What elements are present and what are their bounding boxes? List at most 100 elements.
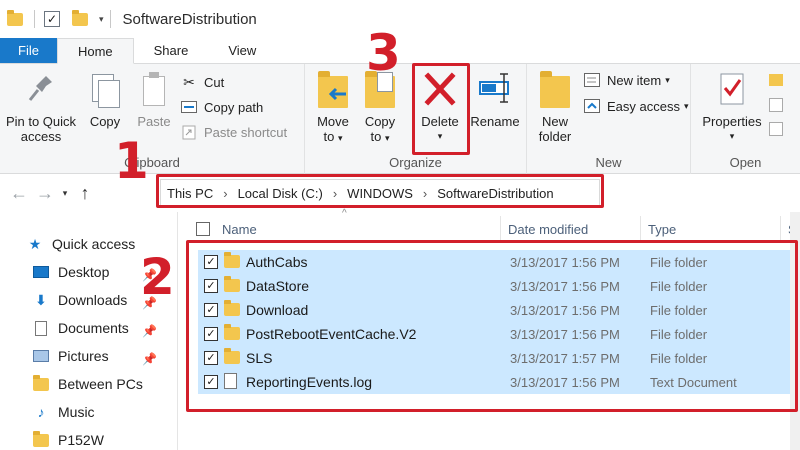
clipboard-group-label: Clipboard	[124, 155, 180, 170]
move-to-button[interactable]: Move to ▾	[313, 70, 353, 146]
chevron-down-icon: ▾	[665, 74, 670, 85]
new-folder-quick-icon[interactable]	[71, 9, 89, 28]
column-divider[interactable]	[640, 216, 641, 242]
paste-shortcut-label: Paste shortcut	[204, 124, 288, 140]
column-header-name[interactable]: Name	[222, 218, 257, 240]
annotation-box-address	[156, 174, 604, 208]
tab-file[interactable]: File	[0, 38, 57, 63]
column-header-date-modified[interactable]: Date modified	[508, 218, 588, 240]
nav-label: P152W	[58, 432, 104, 448]
pin-icon	[24, 70, 58, 110]
nav-item-desktop[interactable]: Desktop	[32, 264, 109, 280]
new-folder-button[interactable]: New folder	[533, 70, 577, 144]
recent-locations-chevron-icon[interactable]: ▾	[58, 180, 72, 206]
properties-icon	[715, 70, 749, 110]
paste-shortcut-button[interactable]: Paste shortcut	[180, 124, 287, 140]
properties-button[interactable]: Properties ▾	[699, 70, 765, 144]
annotation-number-1: 1	[114, 132, 149, 190]
pin-icon[interactable]: 📌	[142, 324, 157, 338]
nav-item-between-pcs[interactable]: Between PCs	[32, 374, 143, 392]
documents-icon	[32, 320, 50, 336]
open-icon[interactable]	[769, 74, 783, 86]
annotation-number-2: 2	[140, 248, 175, 306]
paste-label: Paste	[137, 114, 171, 129]
nav-label: Downloads	[58, 292, 128, 308]
chevron-down-icon: ▾	[384, 133, 390, 143]
select-all-checkbox[interactable]	[196, 222, 210, 236]
scissors-icon: ✂	[183, 73, 195, 90]
desktop-icon	[32, 264, 50, 280]
paste-shortcut-icon	[180, 124, 198, 140]
download-icon: ⬇	[35, 291, 47, 308]
tab-home[interactable]: Home	[56, 38, 134, 64]
easy-access-button[interactable]: Easy access ▾	[583, 98, 689, 114]
nav-item-quick-access[interactable]: ★ Quick access	[26, 235, 136, 253]
easy-access-icon	[583, 98, 601, 114]
nav-label: Documents	[58, 320, 129, 336]
move-to-label-line1: Move	[317, 114, 349, 129]
edit-icon[interactable]	[769, 98, 783, 112]
nav-label: Music	[58, 404, 95, 420]
history-icon[interactable]	[769, 122, 783, 136]
folder-icon	[6, 9, 24, 28]
paste-icon	[137, 70, 171, 110]
window-title: SoftwareDistribution	[122, 10, 257, 28]
divider	[109, 10, 111, 28]
nav-label: Between PCs	[58, 376, 143, 392]
new-item-label: New item	[607, 72, 662, 88]
new-item-icon	[583, 72, 601, 88]
customize-toolbar-icon[interactable]: ▾	[99, 14, 104, 25]
move-to-label-line2: to	[323, 129, 335, 144]
annotation-box-delete	[412, 63, 470, 155]
pin-label-line2: access	[20, 129, 62, 144]
organize-group-label: Organize	[389, 155, 442, 170]
forward-arrow-icon[interactable]: →	[32, 180, 58, 206]
copy-button[interactable]: Copy	[86, 70, 124, 129]
annotation-box-files	[186, 240, 798, 412]
nav-item-downloads[interactable]: ⬇ Downloads	[32, 291, 128, 309]
open-small-icons	[769, 72, 793, 142]
rename-label: Rename	[470, 114, 520, 129]
new-item-button[interactable]: New item ▾	[583, 72, 670, 88]
column-divider[interactable]	[780, 216, 781, 242]
music-icon: ♪	[37, 404, 45, 420]
nav-item-music[interactable]: ♪ Music	[32, 404, 95, 420]
annotation-number-3: 3	[366, 24, 401, 82]
pictures-icon	[32, 348, 50, 364]
properties-check-icon[interactable]: ✓	[43, 10, 61, 28]
tab-view[interactable]: View	[208, 38, 276, 63]
pin-to-quick-access-button[interactable]: Pin to Quick access	[2, 70, 80, 144]
move-to-icon	[316, 70, 350, 110]
easy-access-label: Easy access	[607, 98, 680, 114]
new-folder-label-line2: folder	[538, 129, 572, 144]
nav-item-pictures[interactable]: Pictures	[32, 348, 109, 364]
pin-icon[interactable]: 📌	[142, 352, 157, 366]
copy-path-button[interactable]: Copy path	[180, 99, 263, 115]
column-header-type[interactable]: Type	[648, 218, 676, 240]
chevron-down-icon: ▾	[729, 131, 735, 141]
cut-button[interactable]: ✂ Cut	[180, 74, 224, 90]
nav-item-p152w[interactable]: P152W	[32, 430, 104, 448]
chevron-down-icon: ▾	[337, 133, 343, 143]
copy-to-label-line2: to	[370, 129, 382, 144]
new-folder-label-line1: New	[541, 114, 568, 129]
chevron-down-icon: ▾	[683, 100, 689, 111]
tab-share[interactable]: Share	[134, 38, 209, 63]
new-group-label: New	[595, 155, 622, 170]
column-divider[interactable]	[500, 216, 501, 242]
folder-icon	[32, 430, 50, 448]
nav-label: Quick access	[52, 236, 136, 252]
cut-label: Cut	[204, 74, 225, 90]
nav-item-documents[interactable]: Documents	[32, 320, 129, 336]
copy-label: Copy	[89, 114, 121, 129]
up-arrow-icon[interactable]: ↑	[72, 180, 98, 206]
folder-icon	[32, 374, 50, 392]
back-arrow-icon[interactable]: ←	[6, 180, 32, 206]
paste-button[interactable]: Paste	[134, 70, 174, 129]
copy-icon	[88, 70, 122, 110]
new-folder-icon	[538, 70, 572, 110]
rename-button[interactable]: Rename	[469, 70, 521, 129]
open-group-label: Open	[729, 155, 762, 170]
star-icon: ★	[28, 235, 42, 252]
copy-to-label-line1: Copy	[364, 114, 396, 129]
